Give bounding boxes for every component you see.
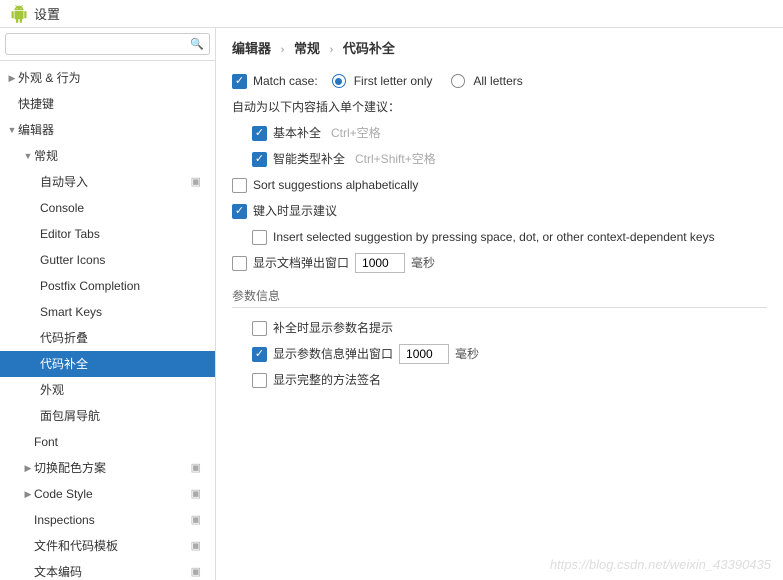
chevron-down-icon[interactable] (22, 147, 34, 165)
sort-alpha-label: Sort suggestions alphabetically (253, 175, 418, 195)
divider (232, 307, 767, 308)
tree-item-editor-tabs[interactable]: Editor Tabs (0, 221, 215, 247)
breadcrumb-code-completion: 代码补全 (343, 41, 395, 56)
match-case-label: Match case: (253, 71, 318, 91)
smart-type-label: 智能类型补全 (273, 149, 345, 169)
match-case-checkbox[interactable] (232, 74, 247, 89)
breadcrumb-general[interactable]: 常规 (294, 41, 320, 56)
chevron-right-icon[interactable] (6, 69, 18, 87)
chevron-right-icon: › (330, 44, 334, 56)
project-badge-icon: ▣ (191, 511, 201, 529)
show-on-type-label: 键入时显示建议 (253, 201, 337, 221)
chevron-right-icon: › (281, 44, 285, 56)
tree-item-keymap[interactable]: 快捷键 (0, 91, 215, 117)
tree-item-inspections[interactable]: Inspections▣ (0, 507, 215, 533)
search-input[interactable] (5, 33, 210, 55)
basic-shortcut: Ctrl+空格 (331, 123, 381, 143)
tree-item-look[interactable]: 外观 (0, 377, 215, 403)
project-badge-icon: ▣ (191, 563, 201, 580)
tree-item-file-encoding[interactable]: 文本编码▣ (0, 559, 215, 580)
show-param-popup-label: 显示参数信息弹出窗口 (273, 344, 393, 364)
show-param-popup-checkbox[interactable] (252, 347, 267, 362)
sidebar: 🔍 外观 & 行为 快捷键 编辑器 常规 自动导入▣ Console Edito… (0, 28, 216, 580)
first-letter-label[interactable]: First letter only (354, 71, 433, 91)
param-info-section-title: 参数信息 (232, 287, 767, 304)
tree-item-code-style[interactable]: Code Style▣ (0, 481, 215, 507)
android-icon (10, 5, 28, 23)
project-badge-icon: ▣ (191, 459, 201, 477)
tree-item-postfix[interactable]: Postfix Completion (0, 273, 215, 299)
ms-label-2: 毫秒 (455, 344, 479, 364)
chevron-down-icon[interactable] (6, 121, 18, 139)
all-letters-radio[interactable] (451, 74, 465, 88)
search-icon[interactable]: 🔍 (190, 38, 204, 51)
tree-item-file-templates[interactable]: 文件和代码模板▣ (0, 533, 215, 559)
breadcrumb: 编辑器 › 常规 › 代码补全 (232, 38, 767, 57)
insert-by-space-checkbox[interactable] (252, 230, 267, 245)
all-letters-label[interactable]: All letters (473, 71, 522, 91)
search-box: 🔍 (0, 28, 215, 61)
show-doc-popup-label: 显示文档弹出窗口 (253, 253, 349, 273)
content-panel: 编辑器 › 常规 › 代码补全 Match case: First letter… (216, 28, 783, 580)
tree-item-breadcrumbs[interactable]: 面包屑导航 (0, 403, 215, 429)
tree-item-code-folding[interactable]: 代码折叠 (0, 325, 215, 351)
project-badge-icon: ▣ (191, 537, 201, 555)
tree-item-gutter-icons[interactable]: Gutter Icons (0, 247, 215, 273)
sort-alpha-checkbox[interactable] (232, 178, 247, 193)
param-popup-input[interactable] (399, 344, 449, 364)
auto-insert-label: 自动为以下内容插入单个建议： (232, 97, 400, 117)
basic-label: 基本补全 (273, 123, 321, 143)
tree-item-auto-import[interactable]: 自动导入▣ (0, 169, 215, 195)
smart-type-shortcut: Ctrl+Shift+空格 (355, 149, 436, 169)
chevron-right-icon[interactable] (22, 459, 34, 477)
show-full-sig-label: 显示完整的方法签名 (273, 370, 381, 390)
tree-item-general[interactable]: 常规 (0, 143, 215, 169)
show-param-name-checkbox[interactable] (252, 321, 267, 336)
chevron-right-icon[interactable] (22, 485, 34, 503)
basic-checkbox[interactable] (252, 126, 267, 141)
project-badge-icon: ▣ (191, 173, 201, 191)
tree-item-editor[interactable]: 编辑器 (0, 117, 215, 143)
tree-item-font[interactable]: Font (0, 429, 215, 455)
tree-item-code-completion[interactable]: 代码补全 (0, 351, 215, 377)
show-doc-popup-checkbox[interactable] (232, 256, 247, 271)
smart-type-checkbox[interactable] (252, 152, 267, 167)
first-letter-radio[interactable] (332, 74, 346, 88)
doc-popup-input[interactable] (355, 253, 405, 273)
window-header: 设置 (0, 0, 783, 28)
ms-label: 毫秒 (411, 253, 435, 273)
settings-tree: 外观 & 行为 快捷键 编辑器 常规 自动导入▣ Console Editor … (0, 61, 215, 580)
tree-item-console[interactable]: Console (0, 195, 215, 221)
insert-by-space-label: Insert selected suggestion by pressing s… (273, 227, 715, 247)
breadcrumb-editor[interactable]: 编辑器 (232, 41, 271, 56)
show-full-sig-checkbox[interactable] (252, 373, 267, 388)
tree-item-color-scheme[interactable]: 切换配色方案▣ (0, 455, 215, 481)
show-param-name-label: 补全时显示参数名提示 (273, 318, 393, 338)
show-on-type-checkbox[interactable] (232, 204, 247, 219)
tree-item-smart-keys[interactable]: Smart Keys (0, 299, 215, 325)
project-badge-icon: ▣ (191, 485, 201, 503)
window-title: 设置 (34, 4, 60, 23)
tree-item-appearance[interactable]: 外观 & 行为 (0, 65, 215, 91)
